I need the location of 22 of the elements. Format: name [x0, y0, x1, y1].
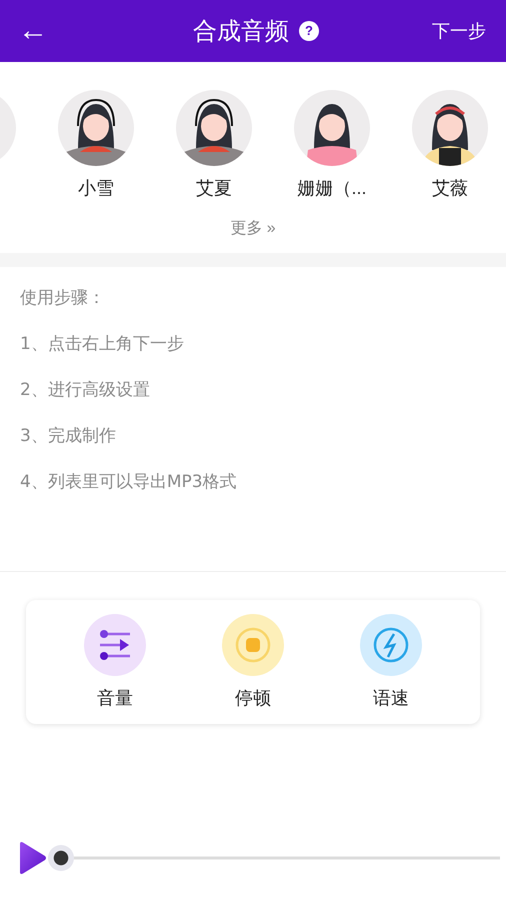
- pause-icon: [222, 614, 284, 676]
- next-step-button[interactable]: 下一步: [432, 19, 486, 43]
- lightning-icon: [360, 614, 422, 676]
- tool-button[interactable]: 语速: [346, 614, 436, 710]
- step-text: 4、列表里可以导出MP3格式: [20, 471, 238, 493]
- steps-heading: 使用步骤：: [20, 287, 106, 309]
- voice-item[interactable]: 小雪: [37, 90, 155, 200]
- tool-button[interactable]: 停顿: [208, 614, 298, 710]
- more-link[interactable]: 更多 »: [230, 218, 276, 239]
- tool-button[interactable]: 音量: [70, 614, 160, 710]
- progress-thumb[interactable]: [48, 845, 74, 871]
- step-text: 3、完成制作: [20, 425, 117, 447]
- back-button[interactable]: ←: [16, 16, 50, 46]
- play-icon[interactable]: [18, 841, 48, 875]
- sliders-icon: [84, 614, 146, 676]
- voice-item[interactable]: 艾薇: [391, 90, 506, 200]
- voice-item[interactable]: 艾夏: [155, 90, 273, 200]
- step-text: 2、进行高级设置: [20, 379, 151, 401]
- voice-item[interactable]: 姗姗（...: [273, 90, 391, 200]
- help-button[interactable]: ?: [299, 21, 319, 41]
- step-text: 1、点击右上角下一步: [20, 333, 185, 355]
- page-title: 合成音频: [193, 16, 289, 47]
